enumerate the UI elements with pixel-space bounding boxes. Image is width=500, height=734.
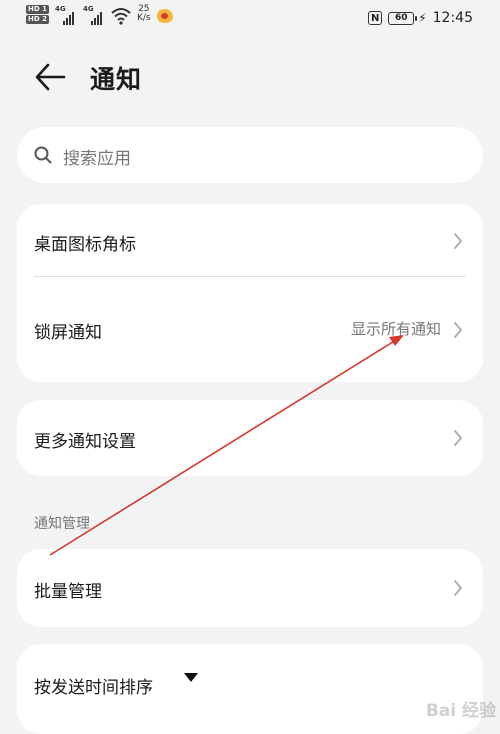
list-item-badge[interactable]: 桌面图标角标 <box>17 204 483 276</box>
hd1-badge: HD 1 <box>26 5 49 14</box>
chevron-right-icon <box>454 580 462 596</box>
speed-unit: K/s <box>136 13 151 23</box>
triangle-down-icon <box>184 673 198 682</box>
hd2-badge: HD 2 <box>26 15 49 24</box>
hd-icon: HD 1 HD 2 <box>26 5 49 24</box>
battery-level: 60 <box>394 13 408 23</box>
list-item-more-settings[interactable]: 更多通知设置 <box>17 400 483 476</box>
divider <box>34 276 466 277</box>
arrow-left-icon[interactable] <box>34 62 66 92</box>
list-item-batch-manage[interactable]: 批量管理 <box>17 549 483 627</box>
sort-dropdown[interactable]: 按发送时间排序 <box>17 644 483 724</box>
status-bar: HD 1 HD 2 4G 4G 25 K/s N 60 ⚡ 12:45 <box>0 0 500 38</box>
weibo-icon <box>156 9 173 23</box>
watermark: Bai 经验 <box>425 701 496 721</box>
network-speed: 25 K/s <box>137 5 151 23</box>
settings-card-1: 桌面图标角标 锁屏通知 显示所有通知 <box>17 204 483 382</box>
chevron-right-icon <box>454 233 462 249</box>
settings-card-3: 批量管理 <box>17 549 483 627</box>
search-placeholder: 搜索应用 <box>63 149 131 169</box>
page-title: 通知 <box>90 65 143 94</box>
wifi-icon <box>111 8 131 25</box>
charging-icon: ⚡ <box>418 11 427 25</box>
sort-label: 按发送时间排序 <box>34 678 153 698</box>
settings-card-4: 按发送时间排序 <box>17 644 483 734</box>
signal-icon: 4G <box>55 5 77 25</box>
chevron-right-icon <box>454 322 462 338</box>
nfc-icon: N <box>368 11 383 25</box>
settings-card-2: 更多通知设置 <box>17 400 483 476</box>
status-left: HD 1 HD 2 4G 4G 25 K/s <box>26 5 173 25</box>
status-right: N 60 ⚡ 12:45 <box>368 10 473 26</box>
search-icon <box>34 146 52 164</box>
item-label: 批量管理 <box>34 582 102 602</box>
clock: 12:45 <box>432 10 473 26</box>
section-title: 通知管理 <box>34 516 90 532</box>
item-value: 显示所有通知 <box>350 320 441 338</box>
chevron-right-icon <box>454 430 462 446</box>
item-label: 更多通知设置 <box>34 432 136 452</box>
item-label: 桌面图标角标 <box>34 235 136 255</box>
search-input[interactable]: 搜索应用 <box>17 127 483 183</box>
item-label: 锁屏通知 <box>34 323 102 343</box>
list-item-lockscreen[interactable]: 锁屏通知 显示所有通知 <box>17 294 483 366</box>
battery-icon: 60 <box>388 11 418 25</box>
signal-icon-2: 4G <box>83 5 105 25</box>
